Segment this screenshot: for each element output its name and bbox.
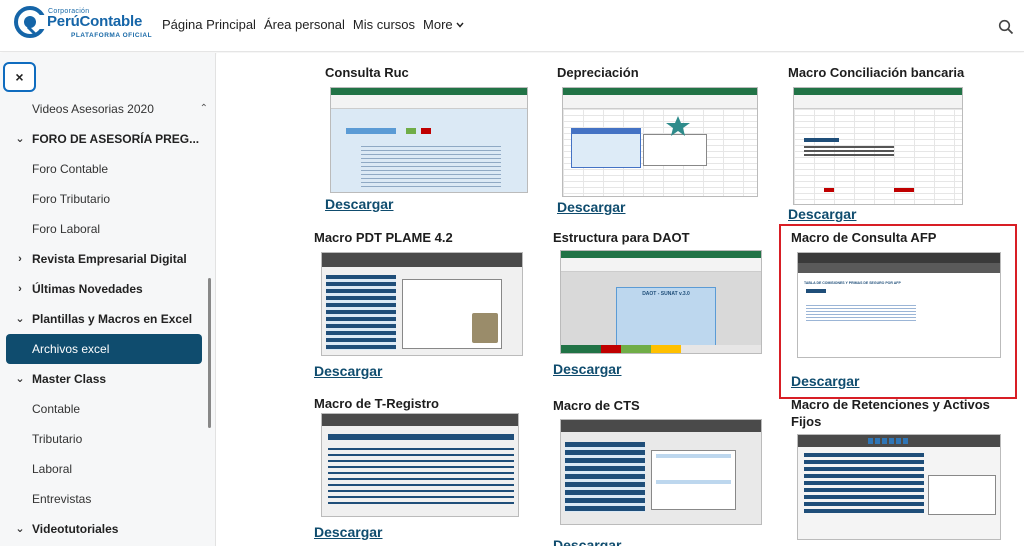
chevron-right-icon: ›: [18, 283, 22, 295]
sidebar-item-foro-contable[interactable]: Foro Contable: [0, 154, 215, 184]
close-icon: ×: [15, 69, 24, 85]
logo-subtitle: PLATAFORMA OFICIAL: [71, 32, 153, 39]
nav-my-courses[interactable]: Mis cursos: [353, 17, 415, 32]
sidebar-item-foro-laboral[interactable]: Foro Laboral: [0, 214, 215, 244]
sidebar-item-label: Master Class: [32, 372, 107, 386]
sidebar-list: Videos Asesorias 2020 ⌃ ⌄ FORO DE ASESOR…: [0, 94, 215, 544]
top-navbar: Corporación PerúContable PLATAFORMA OFIC…: [0, 0, 1024, 52]
nav-more-label: More: [423, 17, 453, 32]
sidebar-section-plantillas[interactable]: ⌄ Plantillas y Macros en Excel: [0, 304, 215, 334]
sidebar-item-label: Últimas Novedades: [32, 282, 143, 296]
sidebar-section-foro-asesoria[interactable]: ⌄ FORO DE ASESORÍA PREG...: [0, 124, 215, 154]
site-logo[interactable]: Corporación PerúContable PLATAFORMA OFIC…: [14, 5, 164, 45]
search-icon[interactable]: [998, 19, 1014, 35]
card-macro-pdt-plame: Macro PDT PLAME 4.2: [314, 230, 453, 245]
download-link-depreciacion[interactable]: Descargar: [557, 199, 626, 215]
card-thumbnail: DAOT - SUNAT v.3.0: [560, 250, 762, 354]
download-link-pdt-plame[interactable]: Descargar: [314, 363, 383, 379]
sidebar-item-label: Contable: [32, 402, 81, 416]
chevron-down-icon: ⌄: [15, 313, 25, 325]
nav-home[interactable]: Página Principal: [162, 17, 256, 32]
sidebar-scrollbar[interactable]: [208, 278, 211, 428]
sidebar-section-master-class[interactable]: ⌄ Master Class: [0, 364, 215, 394]
sidebar-item-label: Foro Laboral: [32, 222, 101, 236]
sidebar-item-label: Videos Asesorias 2020: [32, 102, 154, 116]
download-link-t-registro[interactable]: Descargar: [314, 524, 383, 540]
nav-more-menu[interactable]: More: [423, 17, 464, 32]
main-content: Consulta Ruc Descargar Depreciación Desc…: [217, 53, 1024, 546]
course-index-sidebar: × Videos Asesorias 2020 ⌃ ⌄ FORO DE ASES…: [0, 53, 216, 546]
card-macro-conciliacion: Macro Conciliación bancaria: [788, 65, 964, 80]
card-title: Macro de T-Registro: [314, 396, 439, 411]
close-sidebar-button[interactable]: ×: [3, 62, 36, 92]
daot-thumb-heading: DAOT - SUNAT v.3.0: [642, 291, 690, 297]
download-link-consulta-ruc[interactable]: Descargar: [325, 196, 394, 212]
sidebar-item-label: Foro Contable: [32, 162, 109, 176]
chevron-down-icon: ⌄: [15, 133, 25, 145]
sidebar-item-archivos-excel[interactable]: Archivos excel: [6, 334, 202, 364]
sidebar-item-label: Tributario: [32, 432, 83, 446]
sidebar-section-novedades[interactable]: › Últimas Novedades: [0, 274, 215, 304]
card-thumbnail: [797, 434, 1001, 540]
sidebar-item-tributario[interactable]: Tributario: [0, 424, 215, 454]
card-title: Estructura para DAOT: [553, 230, 690, 245]
card-title: Depreciación: [557, 65, 639, 80]
card-depreciacion: Depreciación: [557, 65, 639, 80]
card-title: Macro PDT PLAME 4.2: [314, 230, 453, 245]
chevron-right-icon: ›: [18, 253, 22, 265]
download-link-estructura-daot[interactable]: Descargar: [553, 361, 622, 377]
chevron-down-icon: [456, 22, 464, 28]
sidebar-item-videos-asesorias[interactable]: Videos Asesorias 2020 ⌃: [0, 94, 215, 124]
sidebar-item-label: Foro Tributario: [32, 192, 111, 206]
chevron-down-icon: ⌄: [15, 523, 25, 535]
card-estructura-daot: Estructura para DAOT: [553, 230, 690, 245]
card-title: Macro de CTS: [553, 398, 640, 413]
sidebar-item-foro-tributario[interactable]: Foro Tributario: [0, 184, 215, 214]
card-thumbnail: [560, 419, 762, 525]
highlight-frame: [779, 224, 1017, 399]
download-link-macro-cts[interactable]: Descargar: [553, 537, 622, 546]
card-macro-t-registro: Macro de T-Registro: [314, 396, 439, 411]
card-thumbnail: [321, 413, 519, 517]
card-macro-retenciones: Macro de Retenciones y Activos Fijos: [791, 396, 1006, 430]
card-macro-cts: Macro de CTS: [553, 398, 640, 413]
sidebar-item-label: Laboral: [32, 462, 73, 476]
chevron-up-icon: ⌃: [199, 103, 208, 114]
sidebar-item-label: Revista Empresarial Digital: [32, 252, 187, 266]
logo-name: PerúContable: [47, 13, 143, 30]
sidebar-section-revista[interactable]: › Revista Empresarial Digital: [0, 244, 215, 274]
download-link-macro-conciliacion[interactable]: Descargar: [788, 206, 857, 222]
logo-mark-icon: [14, 6, 46, 38]
sidebar-item-label: Videotutoriales: [32, 522, 119, 536]
sidebar-item-label: Entrevistas: [32, 492, 92, 506]
sidebar-item-contable[interactable]: Contable: [0, 394, 215, 424]
card-title: Macro de Retenciones y Activos Fijos: [791, 397, 990, 429]
sidebar-item-label: FORO DE ASESORÍA PREG...: [32, 132, 200, 146]
card-thumbnail: [793, 87, 963, 205]
sidebar-item-laboral[interactable]: Laboral: [0, 454, 215, 484]
chevron-down-icon: ⌄: [15, 373, 25, 385]
card-title: Consulta Ruc: [325, 65, 409, 80]
sidebar-item-label: Plantillas y Macros en Excel: [32, 312, 193, 326]
card-consulta-ruc: Consulta Ruc: [325, 65, 409, 80]
sidebar-item-entrevistas[interactable]: Entrevistas: [0, 484, 215, 514]
card-thumbnail: [330, 87, 528, 193]
card-title: Macro Conciliación bancaria: [788, 65, 965, 80]
nav-personal-area[interactable]: Área personal: [264, 17, 345, 32]
sidebar-section-videotutoriales[interactable]: ⌄ Videotutoriales: [0, 514, 215, 544]
sidebar-item-label: Archivos excel: [32, 342, 110, 356]
card-thumbnail: [562, 87, 758, 197]
primary-nav: Página Principal Área personal Mis curso…: [162, 17, 464, 32]
card-thumbnail: [321, 252, 523, 356]
